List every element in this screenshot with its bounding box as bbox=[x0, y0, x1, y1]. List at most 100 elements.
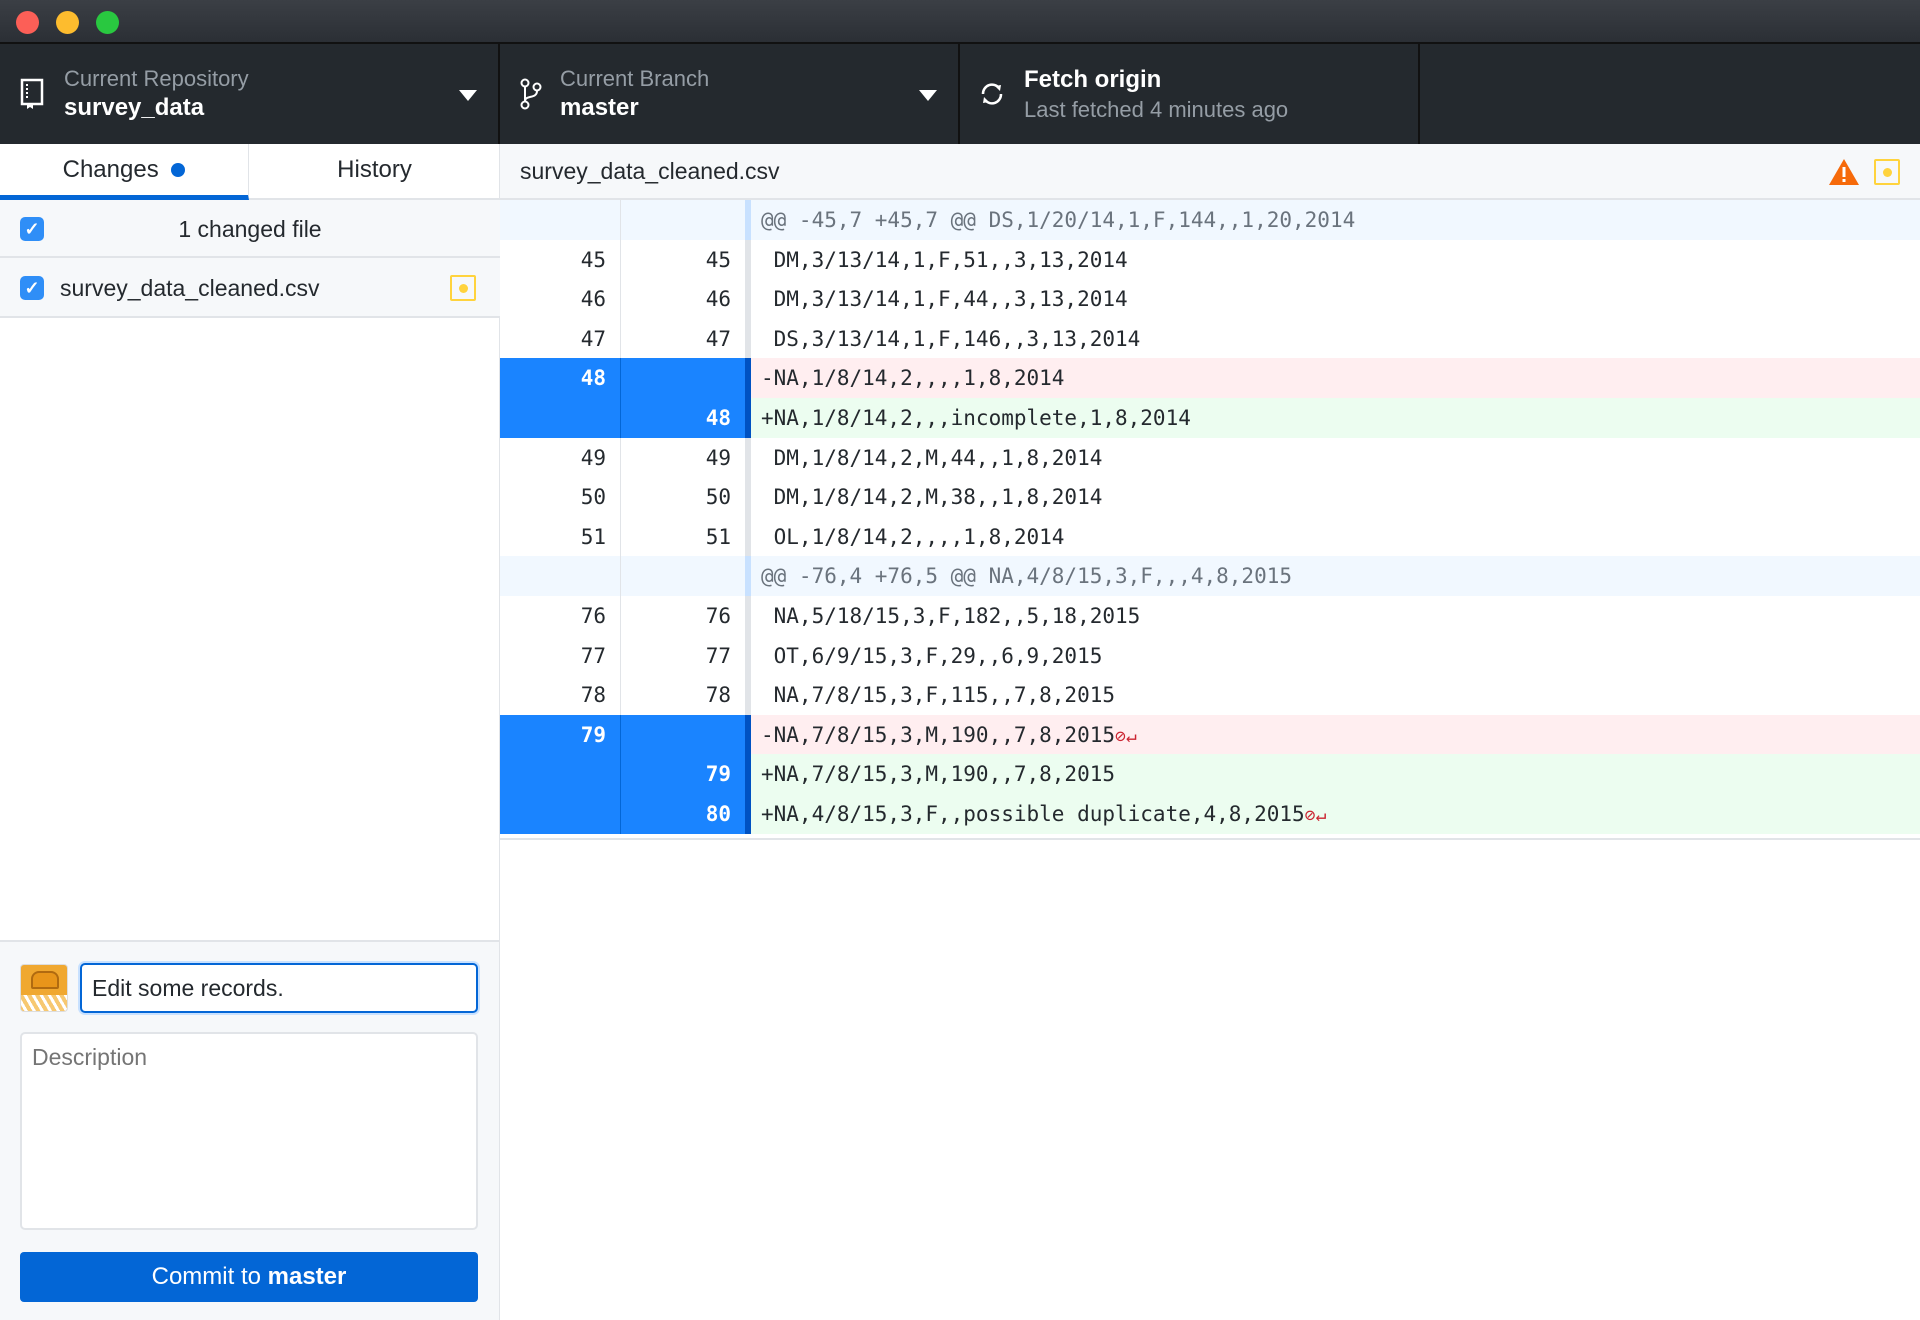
line-text: @@ -76,4 +76,5 @@ NA,4/8/15,3,F,,,4,8,20… bbox=[761, 564, 1293, 589]
old-line-number[interactable]: 46 bbox=[500, 279, 621, 320]
diff-line[interactable]: 48 +NA,1/8/14,2,,,incomplete,1,8,2014 bbox=[500, 398, 1920, 438]
avatar bbox=[20, 964, 68, 1012]
diff-line[interactable]: 76 76 NA,5/18/15,3,F,182,,5,18,2015 bbox=[500, 596, 1920, 636]
line-text: -NA,7/8/15,3,M,190,,7,8,2015 bbox=[761, 722, 1116, 747]
diff-line[interactable]: 50 50 DM,1/8/14,2,M,38,,1,8,2014 bbox=[500, 477, 1920, 518]
line-text: OL,1/8/14,2,,,,1,8,2014 bbox=[761, 524, 1065, 549]
diff-line[interactable]: 45 45 DM,3/13/14,1,F,51,,3,13,2014 bbox=[500, 239, 1920, 280]
new-line-number[interactable]: 50 bbox=[621, 477, 745, 517]
commit-button-prefix: Commit to bbox=[151, 1263, 268, 1290]
sync-icon bbox=[981, 83, 1003, 105]
chevron-down-icon bbox=[459, 90, 477, 101]
diff-line[interactable]: 79 +NA,7/8/15,3,M,190,,7,8,2015 bbox=[500, 754, 1920, 795]
new-line-number[interactable]: 77 bbox=[621, 636, 745, 676]
new-line-number[interactable]: 76 bbox=[621, 596, 745, 636]
diff-file-name: survey_data_cleaned.csv bbox=[520, 158, 780, 184]
old-line-number[interactable]: 50 bbox=[500, 477, 621, 518]
file-name: survey_data_cleaned.csv bbox=[60, 275, 320, 301]
new-line-number[interactable]: 45 bbox=[621, 240, 745, 280]
no-newline-icon: ⊘↵ bbox=[1115, 725, 1137, 747]
diff-header: survey_data_cleaned.csv bbox=[500, 144, 1920, 200]
old-line-number[interactable]: 49 bbox=[500, 437, 621, 478]
line-content: DM,3/13/14,1,F,44,,3,13,2014 bbox=[751, 279, 1920, 319]
line-text: OT,6/9/15,3,F,29,,6,9,2015 bbox=[761, 643, 1103, 668]
new-line-number[interactable]: 51 bbox=[621, 517, 745, 557]
old-line-number[interactable]: 78 bbox=[500, 675, 621, 716]
diff-line[interactable]: 79 -NA,7/8/15,3,M,190,,7,8,2015⊘↵ bbox=[500, 714, 1920, 755]
diff-line[interactable]: 80 +NA,4/8/15,3,F,,possible duplicate,4,8… bbox=[500, 794, 1920, 834]
repo-icon bbox=[20, 78, 44, 109]
line-content: DM,1/8/14,2,M,38,,1,8,2014 bbox=[751, 477, 1920, 517]
diff-line[interactable]: 46 46 DM,3/13/14,1,F,44,,3,13,2014 bbox=[500, 279, 1920, 320]
branch-name: master bbox=[560, 94, 639, 121]
commit-summary-input[interactable] bbox=[80, 963, 478, 1013]
old-line-number[interactable]: 51 bbox=[500, 516, 621, 557]
repository-label: Current Repository bbox=[64, 66, 249, 91]
old-line-number[interactable] bbox=[500, 754, 621, 795]
old-line-number[interactable]: 48 bbox=[500, 358, 621, 399]
new-line-number[interactable]: 80 bbox=[621, 794, 745, 834]
diff-line[interactable]: 47 47 DS,3/13/14,1,F,146,,3,13,2014 bbox=[500, 318, 1920, 359]
current-repository-button[interactable]: Current Repository survey_data bbox=[0, 44, 500, 144]
line-content: @@ -76,4 +76,5 @@ NA,4/8/15,3,F,,,4,8,20… bbox=[751, 556, 1920, 597]
line-text: +NA,4/8/15,3,F,,possible duplicate,4,8,2… bbox=[761, 802, 1305, 826]
old-line-number[interactable] bbox=[500, 556, 621, 597]
new-line-number[interactable]: 79 bbox=[621, 754, 745, 795]
line-text: DS,3/13/14,1,F,146,,3,13,2014 bbox=[761, 326, 1141, 351]
new-line-number[interactable]: 47 bbox=[621, 319, 745, 359]
diff-line[interactable]: 49 49 DM,1/8/14,2,M,44,,1,8,2014 bbox=[500, 437, 1920, 478]
new-line-number[interactable]: 48 bbox=[621, 398, 745, 438]
tab-history[interactable]: History bbox=[249, 144, 500, 200]
sidebar: Changes History ✓ 1 changed file ✓ surve… bbox=[0, 144, 500, 1320]
toolbar: Current Repository survey_data Current B… bbox=[0, 44, 1920, 144]
old-line-number[interactable]: 76 bbox=[500, 596, 621, 636]
line-text: -NA,1/8/14,2,,,,1,8,2014 bbox=[761, 366, 1065, 391]
line-text: DM,3/13/14,1,F,44,,3,13,2014 bbox=[761, 287, 1128, 312]
current-branch-button[interactable]: Current Branch master bbox=[500, 44, 960, 144]
line-content: NA,7/8/15,3,F,115,,7,8,2015 bbox=[751, 675, 1920, 715]
new-line-number[interactable] bbox=[621, 714, 745, 755]
new-line-number[interactable] bbox=[621, 358, 745, 399]
window-titlebar bbox=[0, 0, 1920, 44]
old-line-number[interactable]: 79 bbox=[500, 714, 621, 755]
line-content: OT,6/9/15,3,F,29,,6,9,2015 bbox=[751, 636, 1920, 676]
new-line-number[interactable] bbox=[621, 200, 745, 240]
line-content: -NA,7/8/15,3,M,190,,7,8,2015⊘↵ bbox=[751, 714, 1920, 755]
commit-button[interactable]: Commit to master bbox=[20, 1252, 478, 1302]
commit-description-input[interactable] bbox=[20, 1032, 478, 1230]
line-text: NA,7/8/15,3,F,115,,7,8,2015 bbox=[761, 683, 1116, 708]
diff-line[interactable]: 77 77 OT,6/9/15,3,F,29,,6,9,2015 bbox=[500, 635, 1920, 676]
old-line-number[interactable]: 77 bbox=[500, 635, 621, 676]
fetch-origin-button[interactable]: Fetch origin Last fetched 4 minutes ago bbox=[960, 44, 1420, 144]
old-line-number[interactable]: 45 bbox=[500, 239, 621, 280]
new-line-number[interactable]: 78 bbox=[621, 675, 745, 715]
close-window-button[interactable] bbox=[16, 11, 39, 34]
new-line-number[interactable]: 49 bbox=[621, 438, 745, 478]
chevron-down-icon bbox=[919, 90, 937, 101]
old-line-number[interactable] bbox=[500, 398, 621, 438]
new-line-number[interactable] bbox=[621, 556, 745, 597]
old-line-number[interactable]: 47 bbox=[500, 318, 621, 359]
no-newline-icon: ⊘↵ bbox=[1304, 805, 1327, 826]
new-line-number[interactable]: 46 bbox=[621, 279, 745, 319]
maximize-window-button[interactable] bbox=[96, 11, 119, 34]
line-content: +NA,7/8/15,3,M,190,,7,8,2015 bbox=[751, 754, 1920, 795]
minimize-window-button[interactable] bbox=[56, 11, 79, 34]
old-line-number[interactable] bbox=[500, 794, 621, 834]
line-content: DM,1/8/14,2,M,44,,1,8,2014 bbox=[751, 438, 1920, 478]
line-content: DS,3/13/14,1,F,146,,3,13,2014 bbox=[751, 319, 1920, 359]
line-content: +NA,1/8/14,2,,,incomplete,1,8,2014 bbox=[751, 398, 1920, 438]
old-line-number[interactable] bbox=[500, 200, 621, 240]
line-text: DM,1/8/14,2,M,38,,1,8,2014 bbox=[761, 485, 1103, 510]
line-text: DM,3/13/14,1,F,51,,3,13,2014 bbox=[761, 247, 1128, 272]
diff-line[interactable]: 51 51 OL,1/8/14,2,,,,1,8,2014 bbox=[500, 516, 1920, 557]
line-content: @@ -45,7 +45,7 @@ DS,1/20/14,1,F,144,,1,… bbox=[751, 200, 1920, 240]
commit-panel: Commit to master bbox=[0, 940, 499, 1320]
diff-line[interactable]: 48 -NA,1/8/14,2,,,,1,8,2014 bbox=[500, 358, 1920, 399]
file-checkbox[interactable]: ✓ bbox=[20, 276, 44, 300]
line-text: +NA,7/8/15,3,M,190,,7,8,2015 bbox=[761, 762, 1116, 787]
tab-changes[interactable]: Changes bbox=[0, 144, 249, 200]
diff-line[interactable]: 78 78 NA,7/8/15,3,F,115,,7,8,2015 bbox=[500, 675, 1920, 716]
modified-status-icon bbox=[450, 275, 476, 301]
file-list-item[interactable]: ✓ survey_data_cleaned.csv bbox=[0, 258, 500, 318]
